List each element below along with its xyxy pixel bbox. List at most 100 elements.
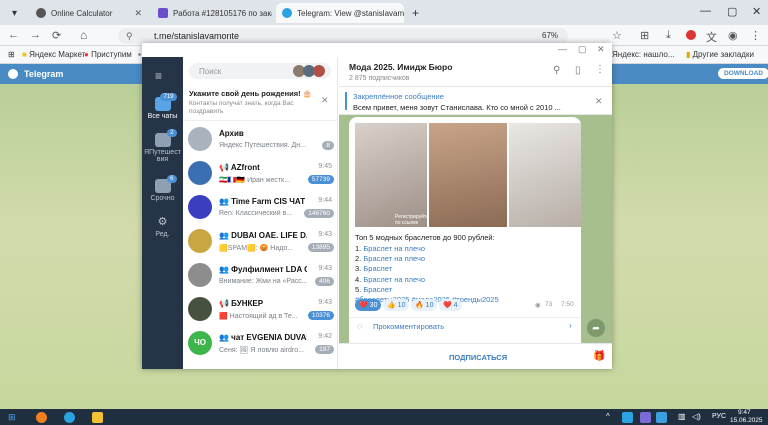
avatar [188, 229, 212, 253]
new-tab-button[interactable]: + [406, 3, 424, 23]
chat-item-azfront[interactable]: 📢 AZfront 9:45 🇮🇷🇫🇷🇩🇪 Иран жестк... 5773… [183, 157, 338, 191]
window-close-icon[interactable]: ✕ [752, 5, 761, 18]
avatar [188, 297, 212, 321]
folder-edit[interactable]: ⚙ Ред. [142, 215, 183, 238]
hamburger-menu-icon[interactable]: ≡ [155, 69, 162, 83]
download-button[interactable]: DOWNLOAD [718, 68, 768, 79]
language-indicator[interactable]: РУС [712, 413, 726, 420]
views-icon: ◉ [535, 302, 541, 309]
telegram-icon[interactable] [64, 412, 75, 423]
chat-item-bunker[interactable]: 📢 БУНКЕР 9:43 🟥 Настоящий ад в Те... 103… [183, 293, 338, 327]
url-text[interactable]: t.me/stanislavamonte [154, 31, 239, 41]
close-icon[interactable]: ✕ [595, 96, 603, 107]
pinned-bar [345, 92, 347, 110]
birthday-banner[interactable]: Укажите свой день рождения! 🎂 Контакты п… [183, 85, 338, 121]
chat-item-time-farm[interactable]: 👥 Time Farm CIS ЧАТ 9:44 Ren: Классическ… [183, 191, 338, 225]
channel-title: Мода 2025. Имидж Бюро [349, 62, 453, 72]
search-icon[interactable]: ⚲ [553, 65, 560, 76]
clock-date[interactable]: 15.06.2025 [730, 417, 763, 424]
sliders-icon: ⚙ [157, 216, 168, 228]
folder-travel[interactable]: 2 ЯПутешест вия [142, 129, 183, 163]
bookmark-star-icon[interactable]: ☆ [612, 29, 622, 42]
list-item: 3. Браслет [355, 264, 393, 274]
clock-time[interactable]: 9:47 [738, 409, 751, 416]
post-photo-3[interactable] [509, 123, 581, 227]
tray-telegram-icon[interactable] [622, 412, 633, 423]
chats-icon: 719 [154, 93, 177, 111]
folder-urgent[interactable]: 6 Срочно [142, 175, 183, 202]
gift-icon[interactable]: 🎁 [593, 351, 605, 362]
taskbar: ⊞ ^ ▥ ◁) РУС 9:47 15.06.2025 [0, 409, 768, 425]
tab-work-order[interactable]: Работа #128105176 по заказу ✕ [152, 3, 272, 23]
back-icon[interactable]: ← [8, 29, 19, 41]
bookmark-pristupim[interactable]: ● Приступим [84, 50, 132, 59]
search-input[interactable]: Поиск [189, 63, 331, 79]
subscribe-button[interactable]: ПОДПИСАТЬСЯ [449, 353, 507, 362]
folder-all-chats[interactable]: 719 Все чаты [142, 93, 183, 120]
windows-start-icon[interactable]: ⊞ [8, 412, 16, 423]
list-item: 5. Браслет [355, 284, 393, 294]
maximize-icon[interactable]: ▢ [578, 44, 587, 55]
chat-item-dubai[interactable]: 👥 DUBAI OAE. LIFE D... 9:43 🟨SPAM🟨: 😡 На… [183, 225, 338, 259]
reaction-fire[interactable]: 🔥 10 [411, 299, 438, 311]
post-photo-1[interactable]: Регистрируйтесь по ссылке [355, 123, 434, 227]
subscriber-count: 2 875 подписчиков [349, 75, 410, 82]
file-explorer-icon[interactable] [92, 412, 103, 423]
network-icon[interactable]: ▥ [678, 412, 686, 421]
pinned-message[interactable]: Закреплённое сообщение Всем привет, меня… [339, 87, 612, 115]
comment-button[interactable]: ◌ Прокомментировать › [349, 317, 581, 333]
bookmark-yandex-market[interactable]: ■ Яндекс Маркет [22, 50, 85, 59]
extensions-icon[interactable]: ⊞ [640, 29, 649, 42]
maximize-icon[interactable]: ▢ [727, 5, 737, 18]
chat-item-evgenia[interactable]: ЧО 👥 чат EVGENIA DUVAKI... 9:42 Сеня: 🖼 … [183, 327, 338, 361]
translate-icon[interactable]: 文 [706, 29, 717, 45]
folder-icon: 6 [154, 175, 177, 193]
chevron-up-icon[interactable]: ^ [606, 412, 610, 421]
apps-icon[interactable]: ⊞ [8, 50, 15, 59]
reaction-heart-2[interactable]: ❤️ 4 [439, 299, 462, 311]
channel-post: Регистрируйтесь по ссылке Топ 5 модных б… [349, 117, 581, 353]
profile-icon[interactable]: ◉ [728, 29, 738, 42]
zoom-level[interactable]: 67% [542, 31, 558, 40]
chat-item-fulfillment[interactable]: 👥 Фулфилмент LDA GR... 9:43 Внимание: Жм… [183, 259, 338, 293]
reaction-heart[interactable]: ❤️ 30 [355, 299, 382, 311]
subscribe-bar[interactable]: ПОДПИСАТЬСЯ 🎁 [339, 343, 612, 369]
site-info-icon[interactable]: ⚲ [126, 31, 133, 42]
forward-icon[interactable]: → [30, 29, 41, 41]
adblock-icon[interactable] [686, 30, 696, 40]
menu-icon[interactable]: ⋮ [750, 29, 761, 42]
more-icon[interactable]: ⋮ [595, 64, 605, 75]
tab-list-button[interactable]: ▾ [6, 3, 28, 23]
list-item: 4. Браслет на плечо [355, 274, 426, 284]
channel-pane: Мода 2025. Имидж Бюро 2 875 подписчиков … [339, 57, 612, 369]
channel-header[interactable]: Мода 2025. Имидж Бюро 2 875 подписчиков … [339, 57, 612, 87]
list-item: 2. Браслет на плечо [355, 254, 426, 264]
reload-icon[interactable]: ⟳ [52, 29, 61, 42]
post-photo-2[interactable] [429, 123, 507, 227]
firefox-icon[interactable] [36, 412, 47, 423]
sidebar-toggle-icon[interactable]: ▯ [575, 65, 581, 76]
reaction-thumbs-up[interactable]: 👍 10 [383, 299, 410, 311]
share-button[interactable]: ➦ [587, 319, 605, 337]
window-close-icon[interactable]: ✕ [597, 44, 605, 55]
telegram-logo-icon [8, 69, 18, 79]
tray-app-icon[interactable] [640, 412, 651, 423]
minimize-icon[interactable]: — [700, 5, 711, 17]
tab-online-calculator[interactable]: Online Calculator ✕ [30, 3, 148, 23]
close-icon[interactable]: ✕ [128, 8, 142, 19]
url-bar[interactable]: ⚲ t.me/stanislavamonte 67% [118, 28, 568, 44]
list-item: 1. Браслет на плечо [355, 244, 426, 253]
volume-icon[interactable]: ◁) [692, 412, 701, 421]
tab-telegram[interactable]: Telegram: View @stanislavamor ✕ [276, 3, 404, 23]
bookmark-yandex-found[interactable]: Яндекс: нашло... [612, 50, 675, 59]
story-avatar[interactable] [313, 65, 325, 77]
downloads-icon[interactable]: ⤓ [666, 29, 671, 42]
close-icon[interactable]: ✕ [321, 95, 329, 106]
tray-app-icon[interactable] [656, 412, 667, 423]
chat-item-archive[interactable]: Архив Яндекс Путешествия. Дн... 8 [183, 123, 338, 157]
bookmark-other[interactable]: ▮ Другие закладки [686, 50, 754, 59]
calculator-icon [36, 8, 46, 18]
minimize-icon[interactable]: — [558, 44, 567, 54]
post-list: 1. Браслет на плечо 2. Браслет на плечо … [355, 244, 499, 305]
home-icon[interactable]: ⌂ [80, 28, 87, 42]
